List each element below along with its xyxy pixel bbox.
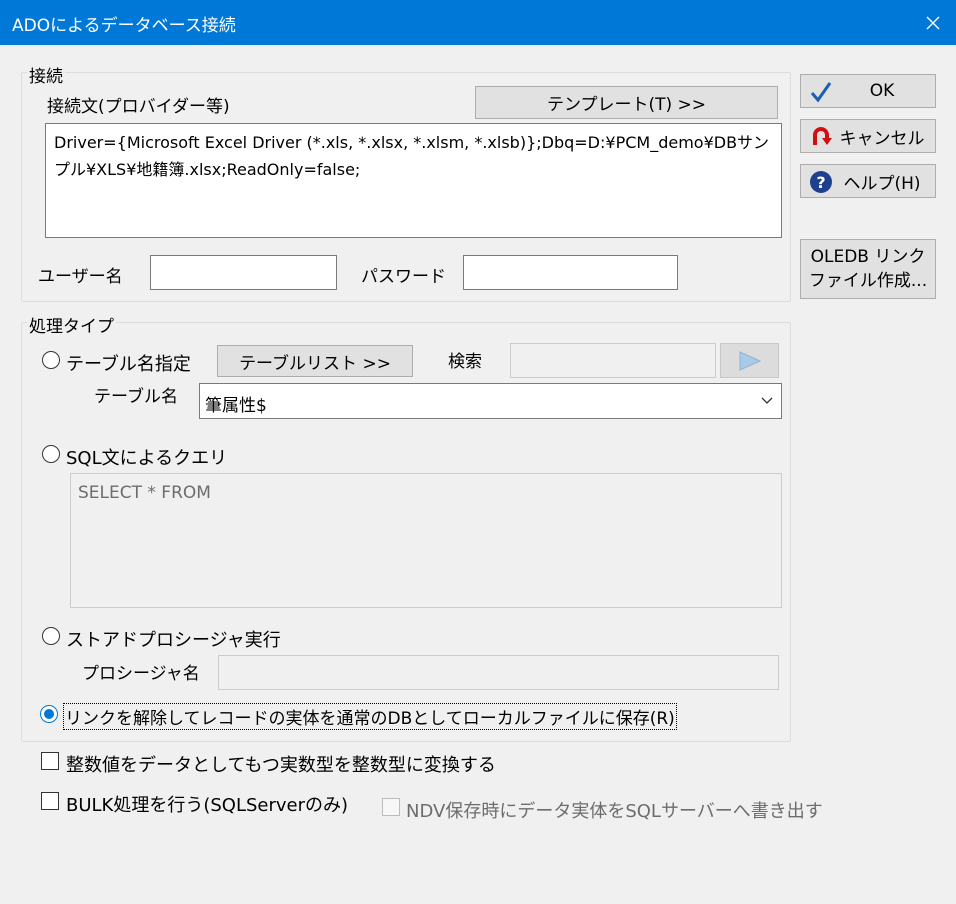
table-name-label: テーブル名 [94, 387, 178, 407]
convert-real-to-int-label[interactable]: 整数値をデータとしてもつ実数型を整数型に変換する [66, 751, 496, 777]
svg-text:?: ? [816, 173, 825, 192]
table-list-button-label: テーブルリスト >> [239, 353, 391, 374]
close-button[interactable] [910, 0, 956, 45]
processing-type-group-label: 処理タイプ [27, 312, 116, 337]
window-title: ADOによるデータベース接続 [12, 16, 236, 36]
procedure-name-input[interactable] [218, 655, 779, 690]
connection-group-label: 接続 [27, 62, 65, 87]
table-list-button[interactable]: テーブルリスト >> [217, 345, 413, 377]
sql-text-area[interactable]: SELECT * FROM [70, 473, 782, 608]
table-name-select-value: 筆属性$ [205, 396, 267, 416]
cancel-button[interactable]: キャンセル [800, 119, 936, 153]
search-input[interactable] [510, 343, 716, 378]
convert-real-to-int-checkbox[interactable] [41, 752, 59, 770]
oledb-button-line2: ファイル作成... [808, 271, 928, 291]
title-bar: ADOによるデータベース接続 [0, 0, 956, 45]
stored-procedure-option-label[interactable]: ストアドプロシージャ実行 [66, 626, 281, 652]
ndv-write-sqlserver-label[interactable]: NDV保存時にデータ実体をSQLサーバーへ書き出す [406, 797, 823, 823]
connection-string-input[interactable]: Driver={Microsoft Excel Driver (*.xls, *… [45, 123, 782, 238]
close-icon [926, 16, 940, 29]
oledb-button-line1: OLEDB リンク [810, 247, 926, 267]
password-input[interactable] [463, 255, 678, 290]
table-name-radio[interactable] [42, 351, 60, 369]
ndv-write-sqlserver-checkbox[interactable] [382, 798, 400, 816]
unlink-save-local-option-label[interactable]: リンクを解除してレコードの実体を通常のDBとしてローカルファイルに保存(R) [63, 703, 677, 730]
help-icon: ? [810, 171, 832, 193]
unlink-save-local-radio[interactable] [40, 705, 58, 723]
search-label: 検索 [448, 352, 482, 372]
table-name-option-label[interactable]: テーブル名指定 [66, 350, 191, 376]
play-arrow-icon [739, 350, 761, 371]
checkmark-icon [810, 82, 832, 103]
help-button-label: ヘルプ(H) [843, 173, 921, 194]
help-button[interactable]: ? ヘルプ(H) [800, 164, 936, 198]
sql-query-option-label[interactable]: SQL文によるクエリ [66, 444, 227, 470]
chevron-down-icon [761, 397, 773, 404]
username-input[interactable] [150, 255, 337, 290]
sql-text-value: SELECT * FROM [78, 483, 211, 503]
bulk-processing-checkbox[interactable] [41, 792, 59, 810]
oledb-link-button[interactable]: OLEDB リンク ファイル作成... [800, 239, 936, 299]
cancel-button-label: キャンセル [839, 128, 925, 149]
template-button-label: テンプレート(T) >> [546, 95, 707, 115]
ok-button[interactable]: OK [800, 74, 936, 108]
password-label: パスワード [361, 267, 446, 287]
bulk-processing-label[interactable]: BULK処理を行う(SQLServerのみ) [66, 791, 348, 817]
connection-string-label: 接続文(プロバイダー等) [47, 97, 230, 117]
undo-arrow-icon [813, 127, 832, 145]
ok-button-label: OK [869, 81, 895, 101]
template-button[interactable]: テンプレート(T) >> [475, 86, 778, 119]
sql-query-radio[interactable] [42, 445, 60, 463]
search-go-button[interactable] [720, 343, 779, 378]
username-label: ユーザー名 [38, 267, 123, 287]
procedure-name-label: プロシージャ名 [82, 664, 200, 684]
stored-procedure-radio[interactable] [42, 627, 60, 645]
table-name-select[interactable]: 筆属性$ [199, 383, 782, 419]
